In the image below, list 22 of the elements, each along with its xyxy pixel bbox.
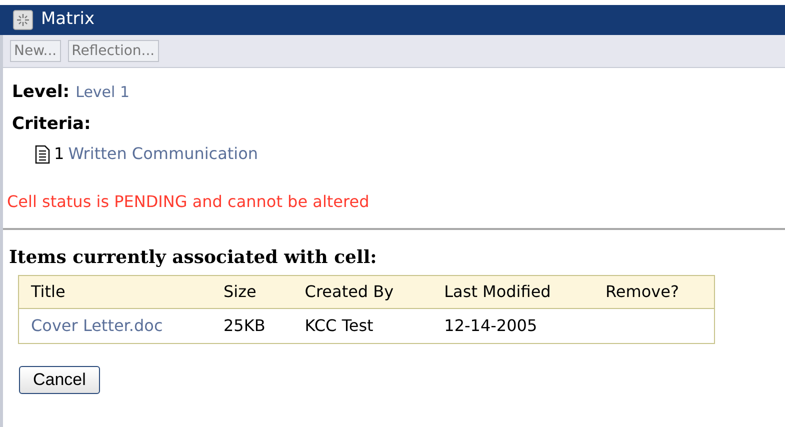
toolbar-button[interactable]: Reflection...: [68, 40, 159, 62]
table-cell: KCC Test: [292, 308, 432, 344]
cancel-button[interactable]: Cancel: [19, 366, 100, 394]
column-header: Remove?: [594, 276, 714, 308]
column-header: Size: [211, 276, 293, 308]
document-icon: [35, 144, 50, 164]
level-link[interactable]: Level 1: [76, 81, 130, 104]
file-link[interactable]: Cover Letter.doc: [31, 316, 163, 335]
column-header: Last Modified: [432, 276, 594, 308]
criteria-label: Criteria:: [12, 114, 91, 134]
matrix-icon: [13, 10, 33, 30]
level-label: Level:: [12, 81, 70, 104]
table-cell: 12-14-2005: [432, 308, 594, 344]
column-header: Created By: [292, 276, 432, 308]
criterion-number: 1: [54, 143, 64, 165]
status-message: Cell status is PENDING and cannot be altered: [7, 192, 370, 211]
toolbar-button[interactable]: New...: [10, 40, 61, 62]
criterion-link[interactable]: Written Communication: [68, 142, 258, 166]
section-heading: Items currently associated with cell:: [9, 247, 377, 268]
column-header: Title: [18, 276, 212, 308]
window-title: Matrix: [41, 8, 95, 32]
table-cell: 25KB: [211, 308, 293, 344]
